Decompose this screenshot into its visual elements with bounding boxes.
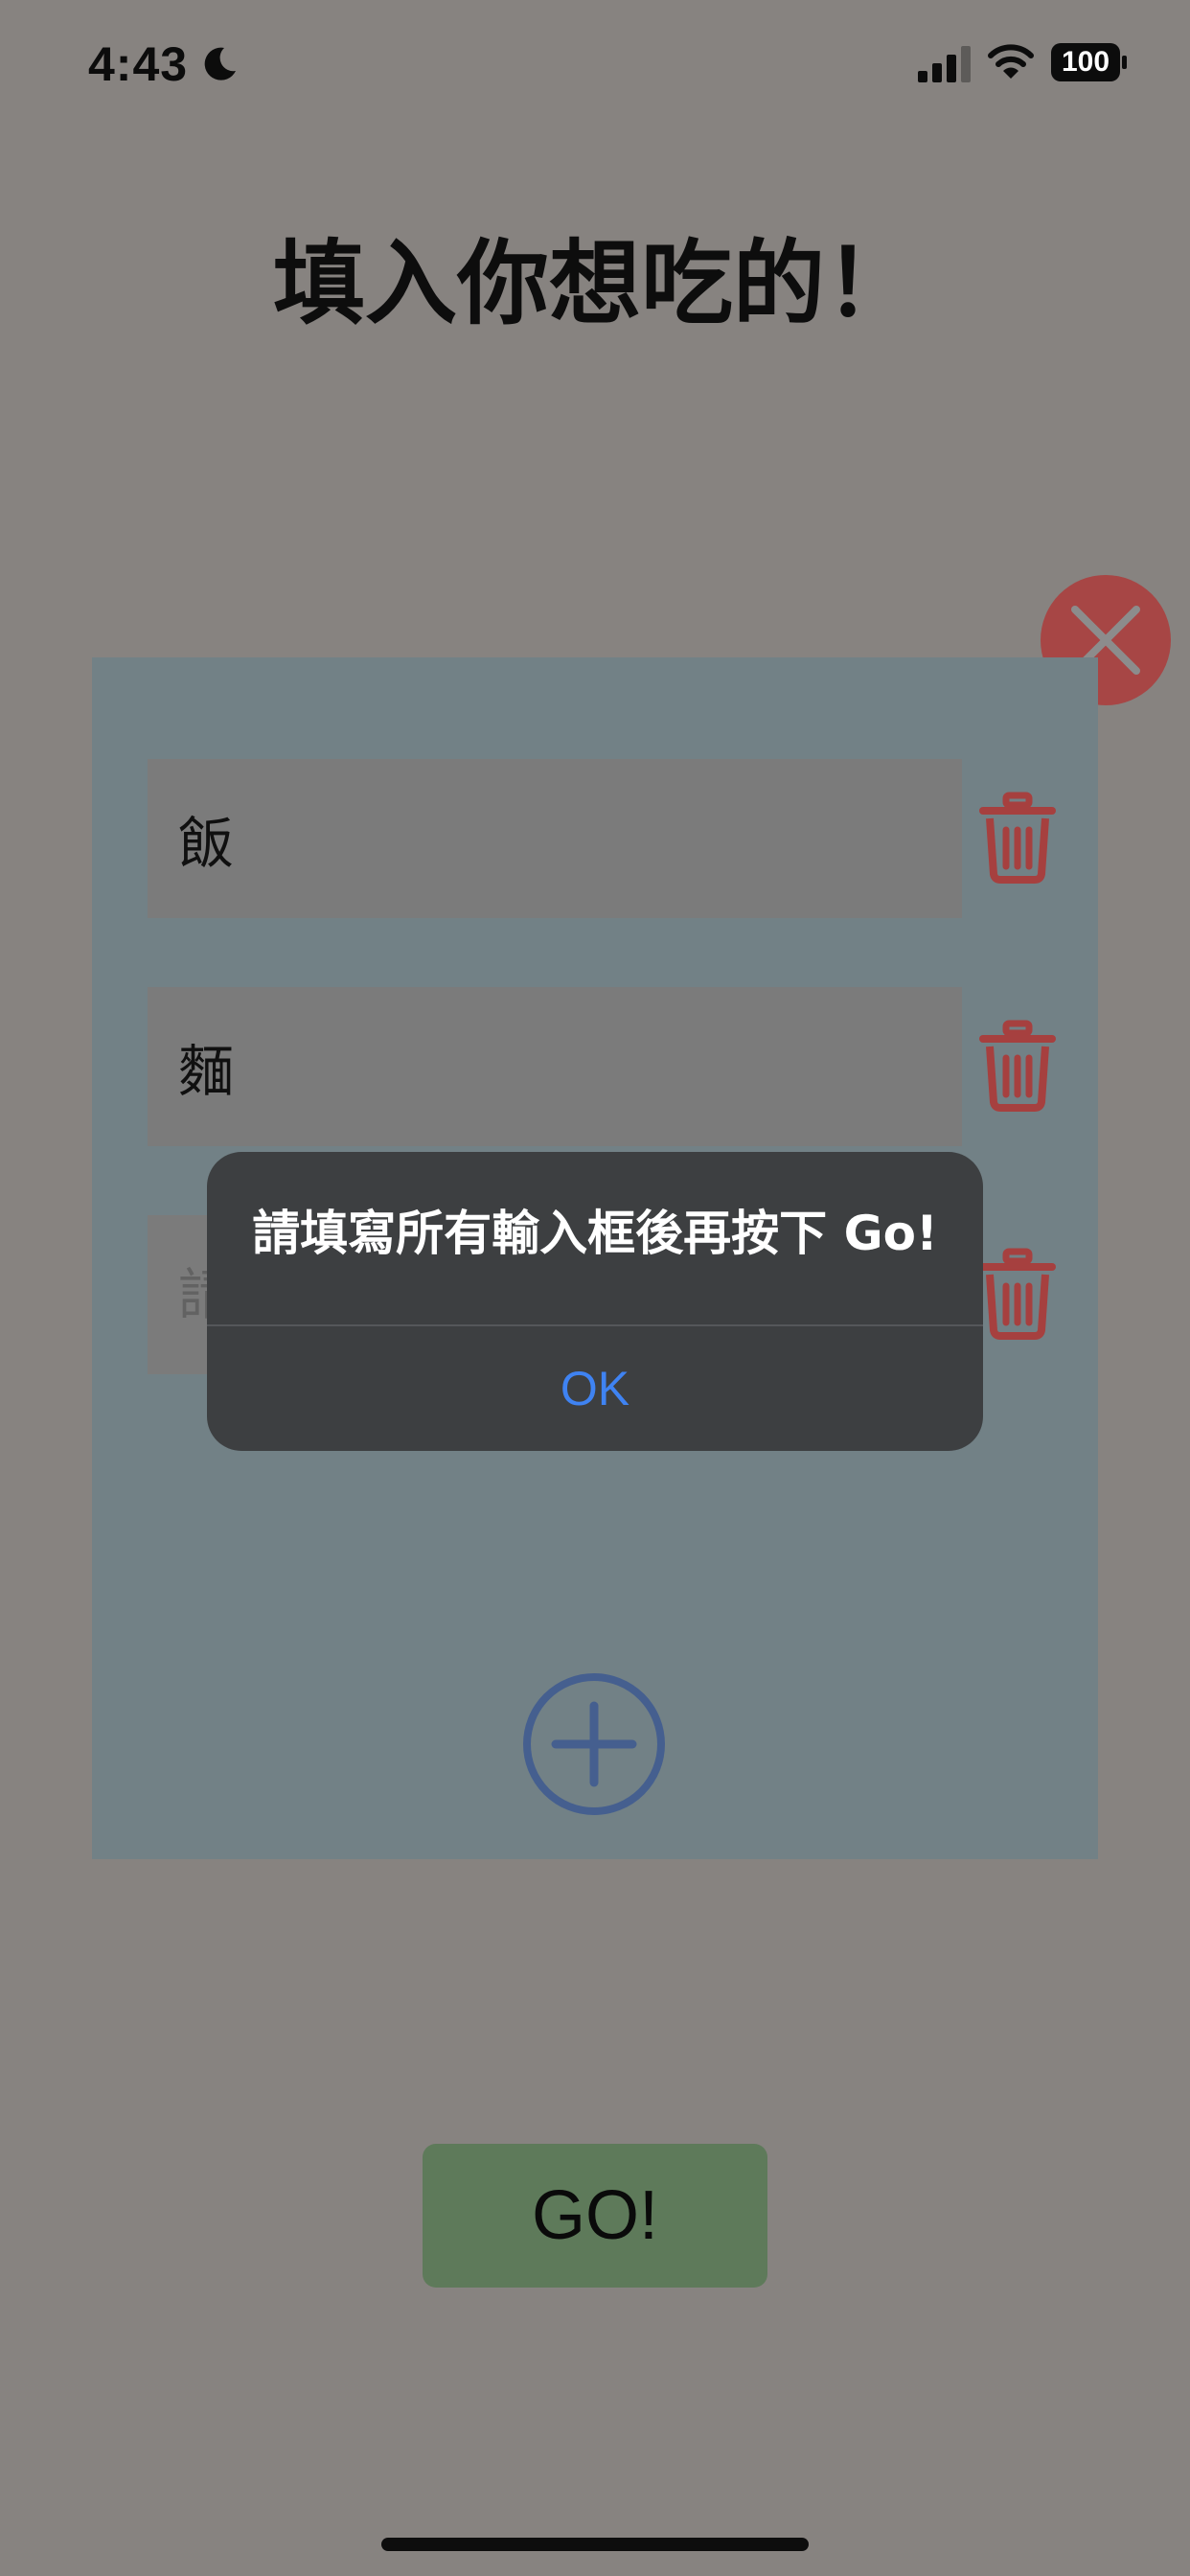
go-button[interactable]: GO!: [423, 2144, 767, 2288]
alert-ok-button[interactable]: OK: [207, 1326, 983, 1451]
alert-dialog: 請填寫所有輸入框後再按下 Go! OK: [207, 1152, 983, 1451]
cellular-signal-icon: [918, 46, 971, 82]
status-bar: 4:43 100: [0, 0, 1190, 125]
battery-level: 100: [1061, 46, 1110, 78]
wifi-icon: [988, 44, 1034, 79]
food-input-2[interactable]: [148, 987, 962, 1146]
food-input-1[interactable]: [148, 759, 962, 918]
alert-message: 請填寫所有輸入框後再按下 Go!: [252, 1206, 938, 1261]
trash-icon[interactable]: [977, 1020, 1058, 1112]
moon-icon: [204, 47, 236, 80]
trash-icon[interactable]: [977, 792, 1058, 884]
plus-circle-icon[interactable]: [521, 1671, 667, 1817]
status-time: 4:43: [88, 37, 189, 91]
food-row: [148, 759, 1056, 918]
food-row: [148, 987, 1056, 1146]
page-title: 填入你想吃的！: [273, 230, 917, 337]
trash-icon[interactable]: [977, 1248, 1058, 1340]
home-indicator[interactable]: [381, 2538, 809, 2551]
